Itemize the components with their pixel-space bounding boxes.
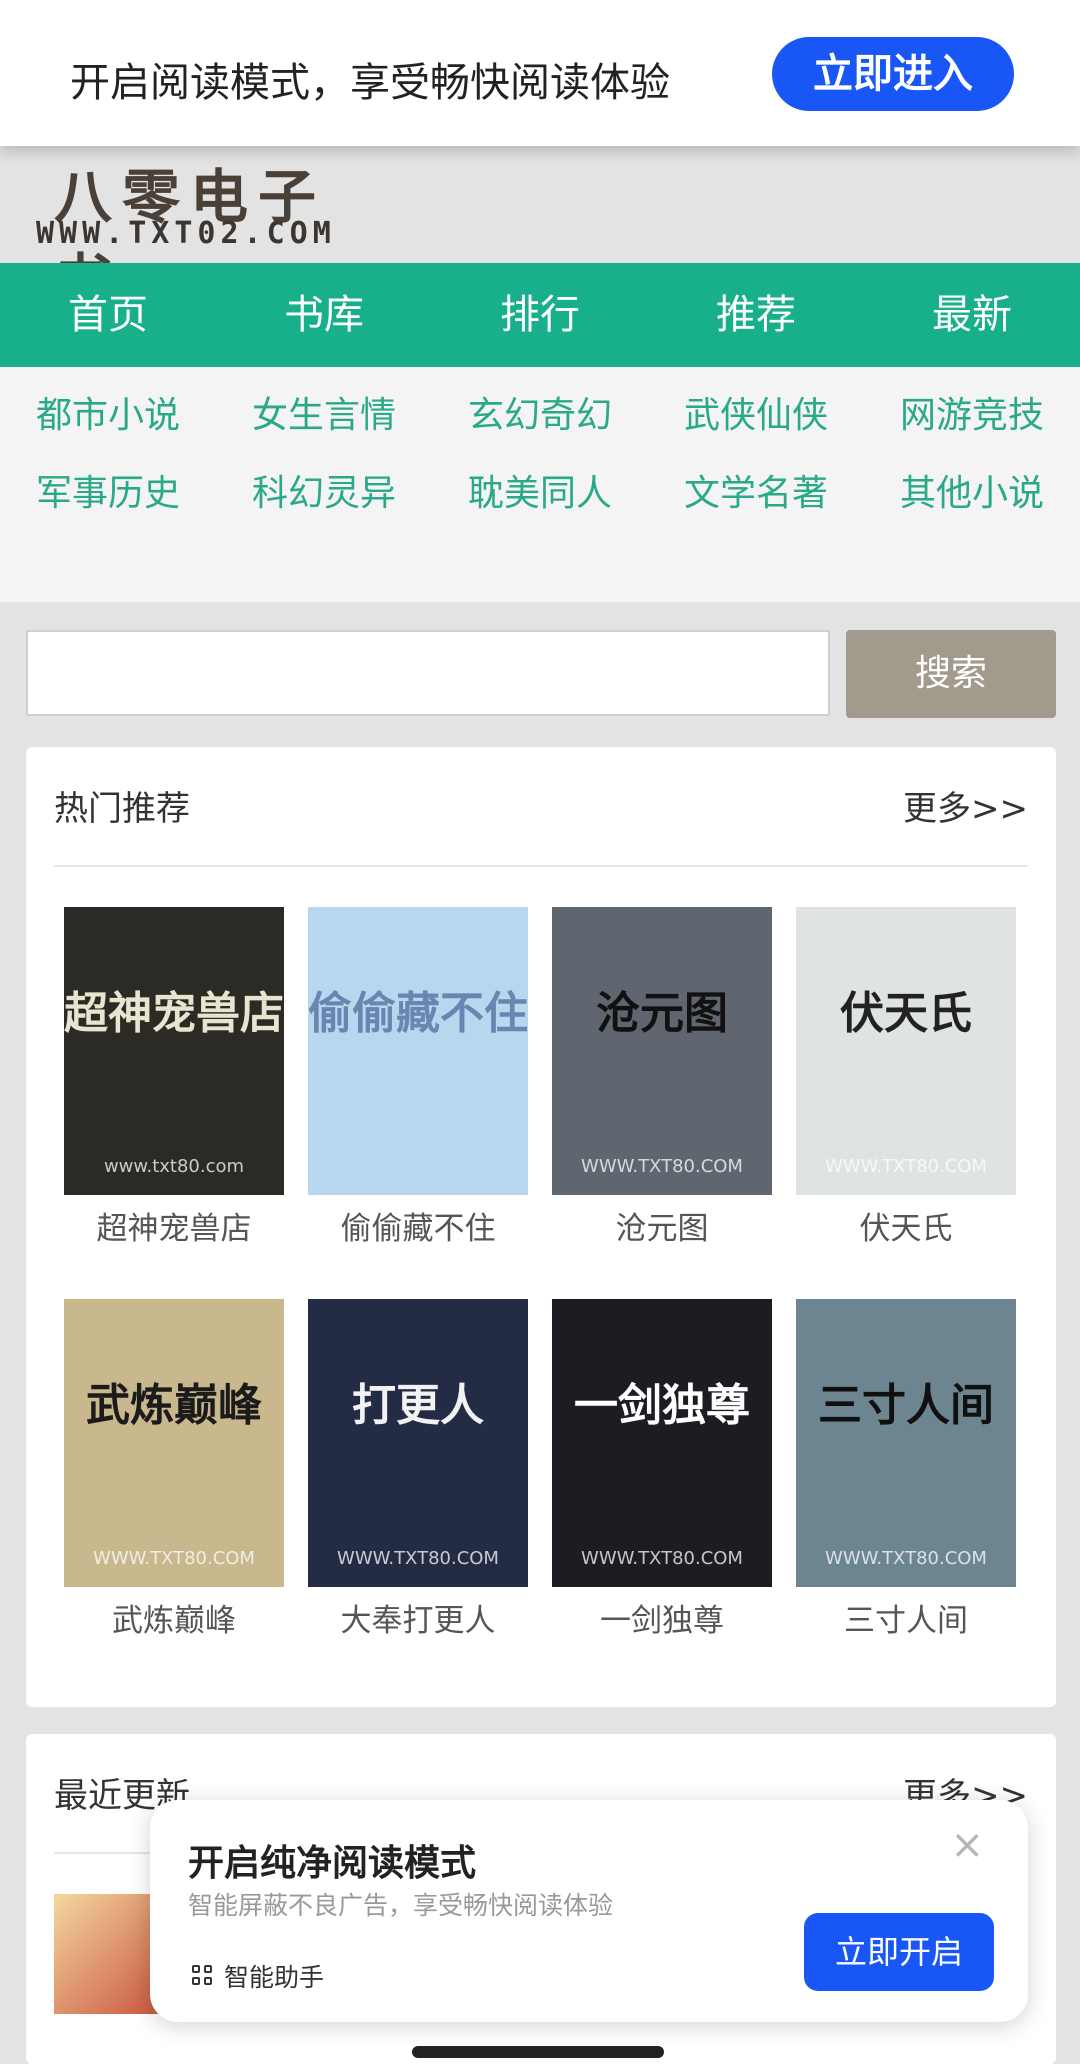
book-title[interactable]: 武炼巅峰 <box>64 1595 284 1640</box>
grid-icon <box>192 1965 214 1987</box>
category-row: 都市小说 女生言情 玄幻奇幻 武侠仙侠 网游竞技 <box>0 377 1080 455</box>
book-cover[interactable]: 偷偷藏不住 <box>308 907 528 1195</box>
cover-title: 三寸人间 <box>818 1380 994 1431</box>
book-cover[interactable]: 沧元图 WWW.TXT80.COM <box>552 907 772 1195</box>
book-item[interactable]: 伏天氏 WWW.TXT80.COM 伏天氏 <box>796 907 1016 1248</box>
book-title[interactable]: 大奉打更人 <box>308 1595 528 1640</box>
site-logo[interactable]: 八零电子书 WWW.TXT02.COM <box>30 150 390 315</box>
book-title[interactable]: 伏天氏 <box>796 1203 1016 1248</box>
cover-watermark: WWW.TXT80.COM <box>825 1548 987 1569</box>
more-link[interactable]: 更多>> <box>903 781 1028 830</box>
category-link[interactable]: 都市小说 <box>0 377 216 455</box>
category-link[interactable]: 军事历史 <box>0 455 216 533</box>
category-link[interactable]: 科幻灵异 <box>216 455 432 533</box>
cover-title: 伏天氏 <box>840 988 972 1039</box>
home-indicator[interactable] <box>412 2046 664 2058</box>
book-cover[interactable]: 三寸人间 WWW.TXT80.COM <box>796 1299 1016 1587</box>
cover-title: 打更人 <box>352 1380 484 1431</box>
cover-title: 沧元图 <box>596 988 728 1039</box>
book-item[interactable]: 武炼巅峰 WWW.TXT80.COM 武炼巅峰 <box>64 1299 284 1640</box>
popup-subtitle: 智能屏蔽不良广告，享受畅快阅读体验 <box>188 1891 614 1920</box>
book-cover[interactable]: 一剑独尊 WWW.TXT80.COM <box>552 1299 772 1587</box>
popup-title: 开启纯净阅读模式 <box>188 1843 477 1884</box>
main-nav: 首页 书库 排行 推荐 最新 <box>0 263 1080 367</box>
cover-title: 偷偷藏不住 <box>308 988 528 1039</box>
nav-library[interactable]: 书库 <box>216 263 432 367</box>
book-title[interactable]: 沧元图 <box>552 1203 772 1248</box>
nav-ranking[interactable]: 排行 <box>432 263 648 367</box>
search-button[interactable]: 搜索 <box>846 630 1056 718</box>
cover-title: 武炼巅峰 <box>86 1380 262 1431</box>
search-input[interactable] <box>26 630 830 716</box>
book-title[interactable]: 一剑独尊 <box>552 1595 772 1640</box>
book-cover[interactable]: 超神宠兽店 www.txt80.com <box>64 907 284 1195</box>
book-item[interactable]: 偷偷藏不住 偷偷藏不住 <box>308 907 528 1248</box>
nav-latest[interactable]: 最新 <box>864 263 1080 367</box>
category-link[interactable]: 玄幻奇幻 <box>432 377 648 455</box>
assistant-label: 智能助手 <box>224 1963 325 1992</box>
cover-watermark: WWW.TXT80.COM <box>581 1156 743 1177</box>
enable-button[interactable]: 立即开启 <box>804 1913 994 1991</box>
category-row: 军事历史 科幻灵异 耽美同人 文学名著 其他小说 <box>0 455 1080 533</box>
panel-header: 热门推荐 更多>> <box>54 747 1028 867</box>
book-item[interactable]: 超神宠兽店 www.txt80.com 超神宠兽店 <box>64 907 284 1248</box>
book-title[interactable]: 偷偷藏不住 <box>308 1203 528 1248</box>
category-link[interactable]: 其他小说 <box>864 455 1080 533</box>
book-item[interactable]: 三寸人间 WWW.TXT80.COM 三寸人间 <box>796 1299 1016 1640</box>
category-link[interactable]: 耽美同人 <box>432 455 648 533</box>
nav-recommend[interactable]: 推荐 <box>648 263 864 367</box>
close-icon[interactable]: × <box>950 1822 984 1868</box>
book-title[interactable]: 超神宠兽店 <box>64 1203 284 1248</box>
cover-watermark: www.txt80.com <box>103 1156 245 1177</box>
category-link[interactable]: 武侠仙侠 <box>648 377 864 455</box>
smart-assistant[interactable]: 智能助手 <box>192 1958 324 1994</box>
cover-watermark: WWW.TXT80.COM <box>825 1156 987 1177</box>
pure-reading-popup: 开启纯净阅读模式 智能屏蔽不良广告，享受畅快阅读体验 × 智能助手 立即开启 <box>150 1800 1028 2022</box>
category-link[interactable]: 网游竞技 <box>864 377 1080 455</box>
book-cover[interactable]: 打更人 WWW.TXT80.COM <box>308 1299 528 1587</box>
book-item[interactable]: 打更人 WWW.TXT80.COM 大奉打更人 <box>308 1299 528 1640</box>
hot-recommend-panel: 热门推荐 更多>> 超神宠兽店 www.txt80.com 超神宠兽店 偷偷藏不住 偷偷… <box>26 747 1056 1707</box>
book-item[interactable]: 沧元图 WWW.TXT80.COM 沧元图 <box>552 907 772 1248</box>
cover-watermark: WWW.TXT80.COM <box>581 1548 743 1569</box>
logo-url: WWW.TXT02.COM <box>36 216 336 251</box>
banner-message: 开启阅读模式，享受畅快阅读体验 <box>70 60 670 106</box>
cover-watermark: WWW.TXT80.COM <box>337 1548 499 1569</box>
reading-mode-banner: 开启阅读模式，享受畅快阅读体验 立即进入 <box>0 0 1080 146</box>
book-cover[interactable]: 武炼巅峰 WWW.TXT80.COM <box>64 1299 284 1587</box>
book-cover[interactable]: 伏天氏 WWW.TXT80.COM <box>796 907 1016 1195</box>
cover-watermark: WWW.TXT80.COM <box>93 1548 255 1569</box>
cover-title: 一剑独尊 <box>574 1380 750 1431</box>
nav-home[interactable]: 首页 <box>0 263 216 367</box>
category-link[interactable]: 文学名著 <box>648 455 864 533</box>
enter-reading-mode-button[interactable]: 立即进入 <box>772 37 1014 111</box>
panel-title: 热门推荐 <box>54 789 190 829</box>
cover-title: 超神宠兽店 <box>64 988 284 1039</box>
category-links: 都市小说 女生言情 玄幻奇幻 武侠仙侠 网游竞技 军事历史 科幻灵异 耽美同人 … <box>0 367 1080 602</box>
category-link[interactable]: 女生言情 <box>216 377 432 455</box>
book-title[interactable]: 三寸人间 <box>796 1595 1016 1640</box>
book-item[interactable]: 一剑独尊 WWW.TXT80.COM 一剑独尊 <box>552 1299 772 1640</box>
